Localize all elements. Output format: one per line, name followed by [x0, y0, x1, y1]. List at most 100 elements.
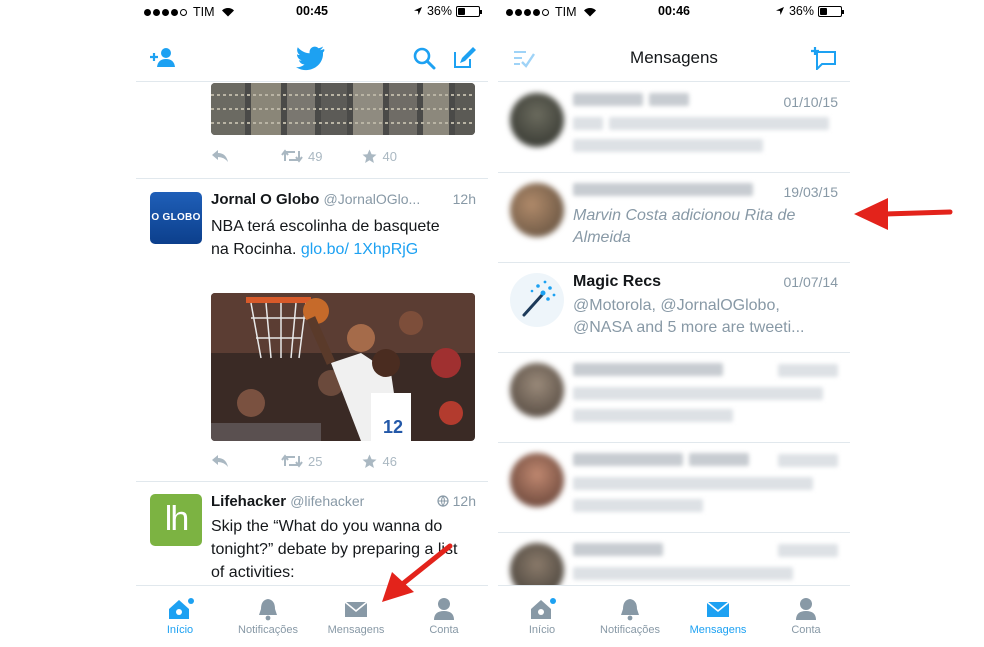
- conversation-name: [573, 183, 759, 201]
- tab-home[interactable]: Início: [498, 586, 586, 647]
- add-user-icon[interactable]: [148, 46, 178, 73]
- conversation-preview: Marvin Costa adicionou Rita de Almeida: [573, 207, 796, 246]
- tweet-image-warehouse[interactable]: [211, 83, 475, 135]
- conversation-preview: [573, 475, 838, 519]
- conversation-preview: @Motorola, @JornalOGlobo, @NASA and 5 mo…: [573, 297, 805, 336]
- top-nav: Mensagens: [498, 36, 850, 82]
- envelope-icon: [706, 601, 730, 617]
- retweet-icon: [281, 149, 303, 163]
- tab-notifications[interactable]: Notificações: [224, 586, 312, 647]
- reply-icon[interactable]: [211, 454, 229, 468]
- conversation-date: 19/03/15: [783, 184, 839, 200]
- status-bar: TIM 00:46 36%: [498, 0, 850, 22]
- avatar: [510, 93, 564, 147]
- tab-label: Notificações: [600, 624, 660, 636]
- magic-wand-icon: [522, 280, 556, 317]
- tweet-time-label: 12h: [452, 493, 476, 509]
- bell-icon: [259, 599, 277, 621]
- avatar: [510, 183, 564, 237]
- conversation-row[interactable]: 19/03/15 Marvin Costa adicionou Rita de …: [498, 173, 850, 263]
- annotation-arrow-group-message: [854, 198, 953, 230]
- tab-label: Conta: [429, 624, 459, 636]
- tweet-time: 12h: [432, 493, 476, 509]
- retweet-count: 49: [308, 148, 323, 164]
- envelope-icon: [344, 601, 368, 617]
- home-icon: [531, 598, 556, 619]
- conversation-row[interactable]: [498, 533, 850, 585]
- avatar: [510, 543, 564, 585]
- conversation-date: [778, 454, 838, 470]
- page-title: Mensagens: [630, 48, 718, 67]
- tab-label: Conta: [791, 624, 821, 636]
- like-count: 46: [382, 453, 397, 469]
- home-icon: [169, 598, 194, 619]
- top-nav: [136, 36, 488, 82]
- tweet-author-handle[interactable]: @JornalOGlo...: [324, 191, 421, 207]
- star-icon: [362, 454, 377, 468]
- status-bar: TIM 00:45 36%: [136, 0, 488, 22]
- annotation-arrow-messages-tab: [382, 543, 453, 602]
- tab-messages[interactable]: Mensagens: [674, 586, 762, 647]
- battery-percent: 36%: [788, 4, 814, 18]
- avatar[interactable]: lh: [150, 494, 202, 546]
- tweet-actions: 25 46: [211, 451, 476, 471]
- conversation-name: [573, 93, 695, 111]
- twitter-bird-icon[interactable]: [296, 45, 326, 76]
- conversation-date: 01/10/15: [783, 94, 839, 110]
- message-list: 01/10/15 19/03/15 Marvin Costa adicionou…: [498, 83, 850, 585]
- conversation-preview: [573, 385, 838, 429]
- search-icon[interactable]: [412, 46, 436, 75]
- like-button[interactable]: 46: [362, 453, 397, 469]
- conversation-row[interactable]: 01/10/15: [498, 83, 850, 173]
- bell-icon: [621, 599, 639, 621]
- tweet-oglobo[interactable]: O GLOBO Jornal O Globo @JornalOGlo... 12…: [136, 179, 488, 479]
- tweet-author-name[interactable]: Jornal O Globo: [211, 191, 319, 208]
- tab-label: Notificações: [238, 624, 298, 636]
- conversation-name: [573, 363, 729, 381]
- star-icon: [362, 149, 377, 163]
- avatar-logo-text: O GLOBO: [151, 212, 201, 223]
- tweet-author-handle[interactable]: @lifehacker: [290, 493, 364, 509]
- conversation-row[interactable]: [498, 443, 850, 533]
- battery-percent: 36%: [426, 4, 452, 18]
- like-button[interactable]: 40: [362, 148, 397, 164]
- reply-icon[interactable]: [211, 149, 229, 163]
- tab-home[interactable]: Início: [136, 586, 224, 647]
- avatar: [510, 453, 564, 507]
- tab-bar: Início Notificações Mensagens Conta: [498, 585, 850, 647]
- compose-tweet-icon[interactable]: [452, 46, 478, 75]
- tweet-text: NBA terá escolinha de basquete na Rocinh…: [211, 215, 441, 261]
- svg-text:12: 12: [383, 417, 403, 437]
- conversation-row[interactable]: Magic Recs 01/07/14 @Motorola, @JornalOG…: [498, 263, 850, 353]
- tab-label: Início: [528, 624, 556, 636]
- tab-label: Mensagens: [689, 624, 747, 636]
- retweet-button[interactable]: 25: [281, 454, 322, 469]
- tab-label: Mensagens: [327, 624, 385, 636]
- avatar-logo-text: lh: [164, 500, 189, 538]
- new-message-icon[interactable]: [810, 46, 838, 75]
- conversation-row[interactable]: [498, 353, 850, 443]
- tweet-image-basketball[interactable]: 12: [211, 293, 475, 441]
- person-icon: [796, 598, 816, 620]
- conversation-name: [573, 453, 755, 471]
- conversation-name: [573, 543, 669, 561]
- like-count: 40: [382, 148, 397, 164]
- tweet-actions: 49 40: [211, 146, 476, 166]
- conversation-date: [778, 364, 838, 380]
- tab-account[interactable]: Conta: [762, 586, 850, 647]
- tweet-link[interactable]: glo.bo/ 1XhpRjG: [301, 241, 418, 258]
- retweet-icon: [281, 454, 303, 468]
- conversation-preview: [573, 565, 838, 585]
- conversation-name: Magic Recs: [573, 273, 662, 290]
- globe-icon: [437, 495, 449, 507]
- tweet-author-name[interactable]: Lifehacker: [211, 493, 286, 510]
- tab-label: Início: [166, 624, 194, 636]
- avatar[interactable]: O GLOBO: [150, 192, 202, 244]
- retweet-button[interactable]: 49: [281, 149, 322, 164]
- conversation-preview: [573, 115, 838, 159]
- conversation-date: 01/07/14: [783, 274, 839, 290]
- location-icon: [413, 7, 422, 15]
- avatar: [510, 273, 564, 327]
- tab-notifications[interactable]: Notificações: [586, 586, 674, 647]
- timeline: 49 40 O GLOBO Jornal O Globo @JornalOGlo…: [136, 83, 488, 585]
